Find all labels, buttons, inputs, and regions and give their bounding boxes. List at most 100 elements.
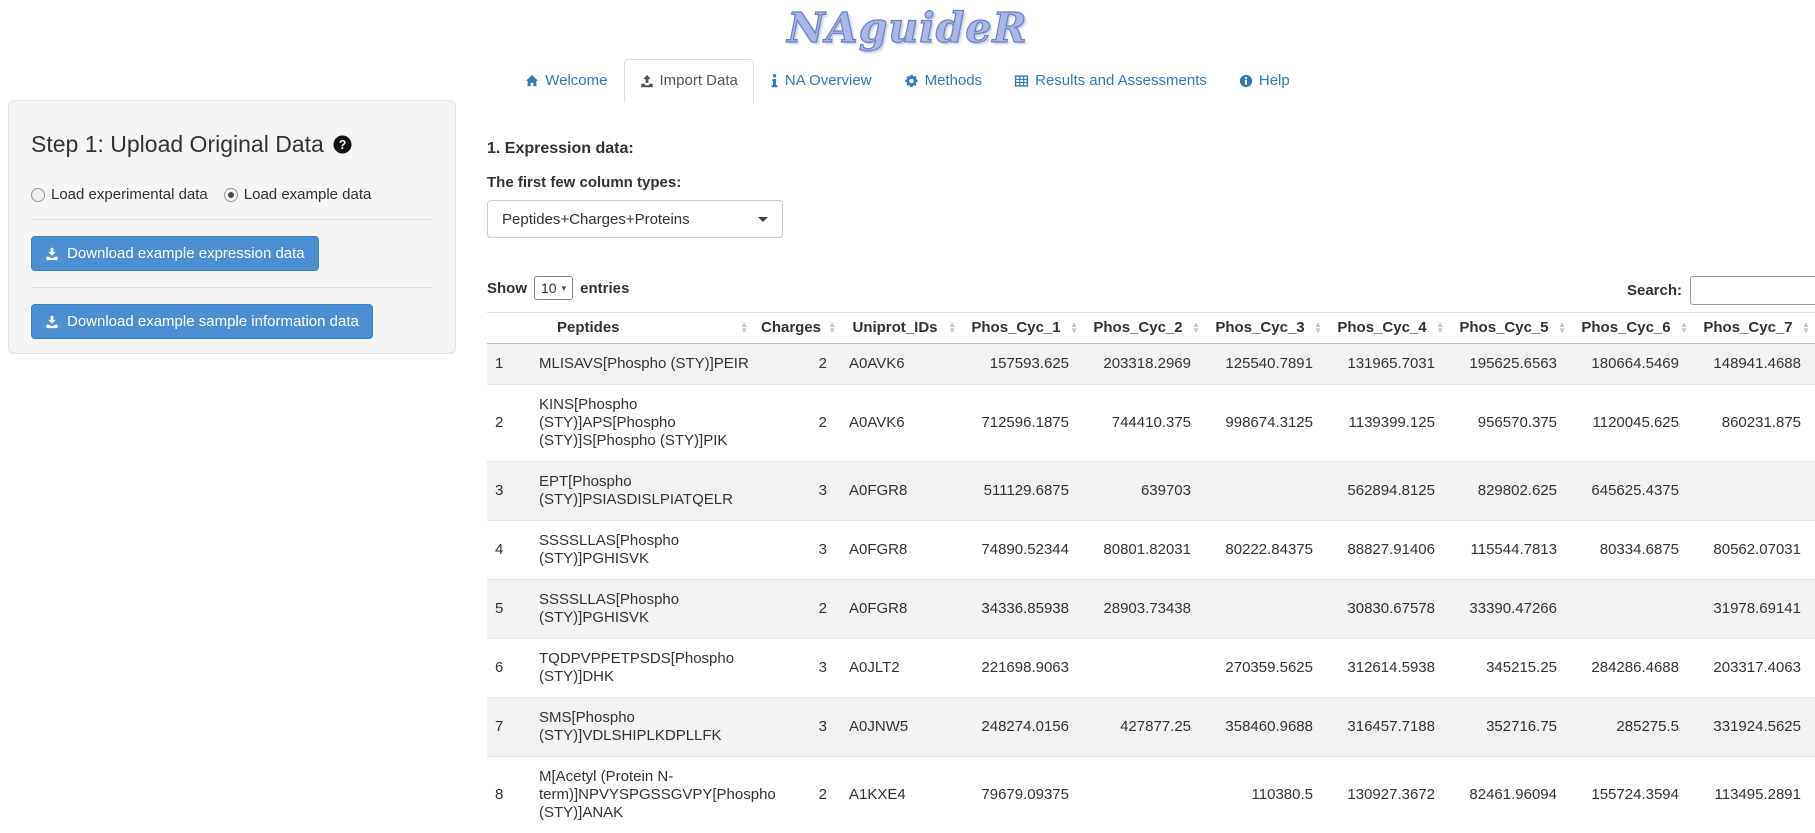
intensity-cell: 155724.3594 [1571,757,1693,833]
step1-title-row: Step 1: Upload Original Data ? [31,131,433,158]
column-header-label: Phos_Cyc_2 [1093,319,1182,336]
intensity-cell: 956570.375 [1449,385,1571,462]
column-header-phos_cyc_1[interactable]: Phos_Cyc_1 ▲▼ [961,313,1083,344]
column-header-phos_cyc_6[interactable]: Phos_Cyc_6▲▼ [1571,313,1693,344]
intensity-cell: 195625.6563 [1449,344,1571,385]
intensity-cell [1083,757,1205,833]
table-row-8: 8M[Acetyl (Protein N-term)]NPVYSPGSSGVPY… [487,757,1815,833]
charge-cell: 2 [753,580,841,639]
sort-arrows-icon: ▲▼ [948,322,956,334]
table-row-4: 4SSSSLLAS[Phospho(STY)]PGHISVK3A0FGR8748… [487,521,1815,580]
peptide-cell: KINS[Phospho(STY)]APS[Phospho(STY)]S[Pho… [531,385,753,462]
intensity-cell: 80334.6875 [1571,521,1693,580]
chevron-down-icon [758,217,768,222]
column-header-charges[interactable]: Charges ▲▼ [753,313,841,344]
expression-data-table: Peptides▲▼Charges▲▼Uniprot_IDs▲▼Phos_Cyc… [487,312,1815,833]
intensity-cell: 221698.9063 [961,639,1083,698]
intensity-cell [1205,462,1327,521]
intensity-cell: 352716.75 [1449,698,1571,757]
sort-arrows-icon: ▲▼ [1436,322,1444,334]
question-circle-icon[interactable]: ? [333,135,352,154]
intensity-cell: 345215.25 [1449,639,1571,698]
column-types-value: Peptides+Charges+Proteins [502,211,758,228]
intensity-cell: 860231.875 [1693,385,1815,462]
download-icon [45,247,59,261]
radio-label: Load example data [244,186,372,203]
intensity-cell: 110380.5 [1205,757,1327,833]
uniprot-cell: A0JLT2 [841,639,961,698]
uniprot-cell: A0AVK6 [841,385,961,462]
intensity-cell: 115544.7813 [1449,521,1571,580]
column-header-uniprot_ids[interactable]: Uniprot_IDs ▲▼ [841,313,961,344]
uniprot-cell: A0AVK6 [841,344,961,385]
download-expression-data-button[interactable]: Download example expression data [31,236,319,271]
radio-label: Load experimental data [51,186,208,203]
uniprot-cell: A0FGR8 [841,580,961,639]
intensity-cell: 125540.7891 [1205,344,1327,385]
row-index: 8 [487,757,531,833]
intensity-cell: 80222.84375 [1205,521,1327,580]
intensity-cell: 270359.5625 [1205,639,1327,698]
intensity-cell: 712596.1875 [961,385,1083,462]
column-header-label: Phos_Cyc_1 [971,319,1060,336]
column-types-select[interactable]: Peptides+Charges+Proteins [487,200,783,238]
intensity-cell: 312614.5938 [1327,639,1449,698]
intensity-cell: 562894.8125 [1327,462,1449,521]
page-length-value: 10 [541,280,557,296]
intensity-cell: 180664.5469 [1571,344,1693,385]
table-row-7: 7SMS[Phospho(STY)]VDLSHIPLKDPLLFK3A0JNW5… [487,698,1815,757]
table-controls: Show 10 ▾ entries Search: [487,276,1815,308]
column-types-label: The first few column types: [487,174,1815,191]
radio-load-experimental-data[interactable]: Load experimental data [31,186,208,203]
intensity-cell: 28903.73438 [1083,580,1205,639]
table-row-1: 1MLISAVS[Phospho (STY)]PEIR2A0AVK6157593… [487,344,1815,385]
column-header-phos_cyc_5[interactable]: Phos_Cyc_5▲▼ [1449,313,1571,344]
search-label: Search: [1627,282,1682,299]
divider [31,219,433,220]
radio-load-example-data[interactable]: Load example data [224,186,372,203]
charge-cell: 2 [753,344,841,385]
page-length-select[interactable]: 10 ▾ [534,276,573,300]
sort-arrows-icon: ▲▼ [740,322,748,334]
sort-arrows-icon: ▲▼ [828,322,836,334]
svg-text:?: ? [338,138,346,152]
download-expression-data-label: Download example expression data [67,245,305,262]
column-header-label: Phos_Cyc_6 [1581,319,1670,336]
intensity-cell: 639703 [1083,462,1205,521]
column-header-label: Uniprot_IDs [852,319,937,336]
intensity-cell: 331924.5625 [1693,698,1815,757]
column-header-phos_cyc_3[interactable]: Phos_Cyc_3▲▼ [1205,313,1327,344]
row-index: 3 [487,462,531,521]
intensity-cell: 82461.96094 [1449,757,1571,833]
row-index: 6 [487,639,531,698]
expression-data-heading: 1. Expression data: [487,140,1815,158]
column-header-label: Phos_Cyc_7 [1703,319,1792,336]
intensity-cell [1571,580,1693,639]
intensity-cell: 998674.3125 [1205,385,1327,462]
table-row-3: 3EPT[Phospho(STY)]PSIASDISLPIATQELR3A0FG… [487,462,1815,521]
divider [31,287,433,288]
table-row-5: 5SSSSLLAS[Phospho(STY)]PGHISVK2A0FGR8343… [487,580,1815,639]
table-body: 1MLISAVS[Phospho (STY)]PEIR2A0AVK6157593… [487,344,1815,833]
table-row-6: 6TQDPVPPETPSDS[Phospho(STY)]DHK3A0JLT222… [487,639,1815,698]
column-header-peptides[interactable]: Peptides▲▼ [531,313,753,344]
row-index: 5 [487,580,531,639]
sort-arrows-icon: ▲▼ [1802,322,1810,334]
column-header-label: Phos_Cyc_3 [1215,319,1304,336]
download-sample-info-button[interactable]: Download example sample information data [31,304,373,339]
column-header-label: Charges [761,319,821,336]
column-header-phos_cyc_2[interactable]: Phos_Cyc_2▲▼ [1083,313,1205,344]
sort-arrows-icon: ▲▼ [1070,322,1078,334]
peptide-cell: TQDPVPPETPSDS[Phospho(STY)]DHK [531,639,753,698]
intensity-cell [1083,639,1205,698]
intensity-cell: 88827.91406 [1327,521,1449,580]
charge-cell: 3 [753,462,841,521]
intensity-cell: 34336.85938 [961,580,1083,639]
import-data-content: 1. Expression data: The first few column… [487,0,1815,833]
column-header-phos_cyc_4[interactable]: Phos_Cyc_4▲▼ [1327,313,1449,344]
step1-title: Step 1: Upload Original Data [31,131,324,158]
column-header-phos_cyc_7[interactable]: Phos_Cyc_7 ▲▼ [1693,313,1815,344]
column-header-rownames[interactable] [487,313,531,344]
intensity-cell: 79679.09375 [961,757,1083,833]
search-input[interactable] [1690,276,1815,305]
